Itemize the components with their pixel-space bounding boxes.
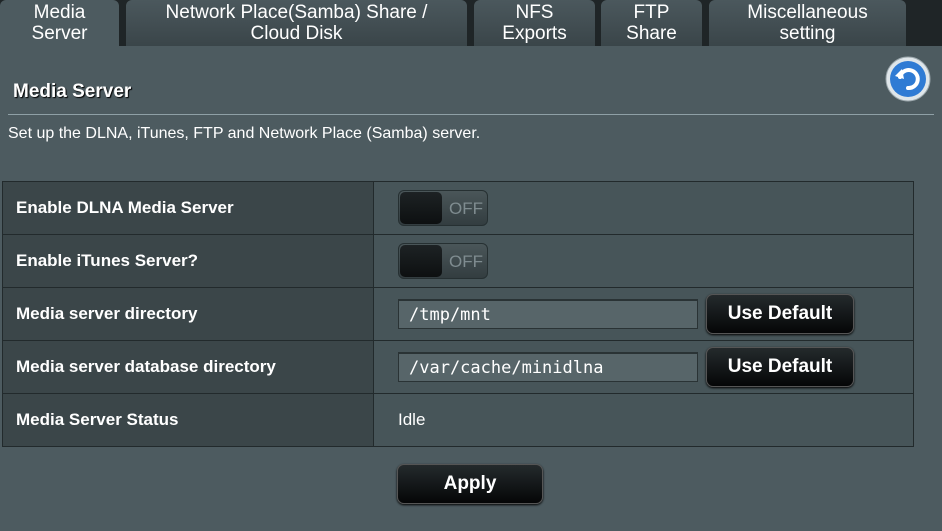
- setting-label: Media server directory: [2, 287, 374, 341]
- toggle-knob: [400, 192, 442, 224]
- toggle-state: OFF: [449, 252, 483, 271]
- tab-label: NFS: [515, 2, 554, 23]
- tab-label: Miscellaneous: [747, 2, 868, 23]
- tab-label: FTP: [633, 2, 670, 23]
- setting-label: Enable DLNA Media Server: [2, 181, 374, 235]
- back-button[interactable]: [885, 56, 931, 102]
- tab-nfs-exports[interactable]: NFS Exports: [474, 0, 595, 46]
- toggle-state: OFF: [449, 199, 483, 218]
- page-title: Media Server: [13, 81, 132, 102]
- content-panel: Media Server Set up the DLNA, iTunes, FT…: [0, 46, 942, 531]
- dlna-toggle[interactable]: OFF: [398, 190, 488, 226]
- tab-label: Exports: [502, 23, 567, 44]
- setting-label: Media Server Status: [2, 393, 374, 447]
- tab-label: Server: [31, 23, 88, 44]
- tab-samba-share[interactable]: Network Place(Samba) Share / Cloud Disk: [126, 0, 467, 46]
- table-row: Enable DLNA Media Server OFF: [2, 181, 914, 235]
- setting-label: Media server database directory: [2, 340, 374, 394]
- tab-label: Network Place(Samba) Share /: [165, 2, 428, 23]
- divider: [8, 114, 934, 115]
- apply-button[interactable]: Apply: [397, 464, 543, 504]
- tab-ftp-share[interactable]: FTP Share: [601, 0, 702, 46]
- database-directory-input[interactable]: [398, 352, 698, 382]
- table-row: Media server directory Use Default: [2, 287, 914, 341]
- table-row: Media server database directory Use Defa…: [2, 340, 914, 394]
- table-row: Media Server Status Idle: [2, 393, 914, 447]
- tab-label: setting: [779, 23, 836, 44]
- settings-table: Enable DLNA Media Server OFF Enable iTun…: [2, 181, 914, 447]
- tab-label: Media: [33, 2, 86, 23]
- media-directory-input[interactable]: [398, 299, 698, 329]
- tab-miscellaneous[interactable]: Miscellaneous setting: [709, 0, 906, 46]
- page-description: Set up the DLNA, iTunes, FTP and Network…: [8, 125, 481, 142]
- setting-label: Enable iTunes Server?: [2, 234, 374, 288]
- status-value: Idle: [398, 410, 426, 429]
- tab-label: Cloud Disk: [250, 23, 343, 44]
- table-row: Enable iTunes Server? OFF: [2, 234, 914, 288]
- toggle-knob: [400, 245, 442, 277]
- back-arrow-icon: [885, 56, 931, 102]
- itunes-toggle[interactable]: OFF: [398, 243, 488, 279]
- tab-media-server[interactable]: Media Server: [0, 0, 119, 46]
- tab-bar: Media Server Network Place(Samba) Share /…: [0, 0, 942, 46]
- media-dir-use-default-button[interactable]: Use Default: [706, 294, 854, 334]
- db-dir-use-default-button[interactable]: Use Default: [706, 347, 854, 387]
- tab-label: Share: [626, 23, 677, 44]
